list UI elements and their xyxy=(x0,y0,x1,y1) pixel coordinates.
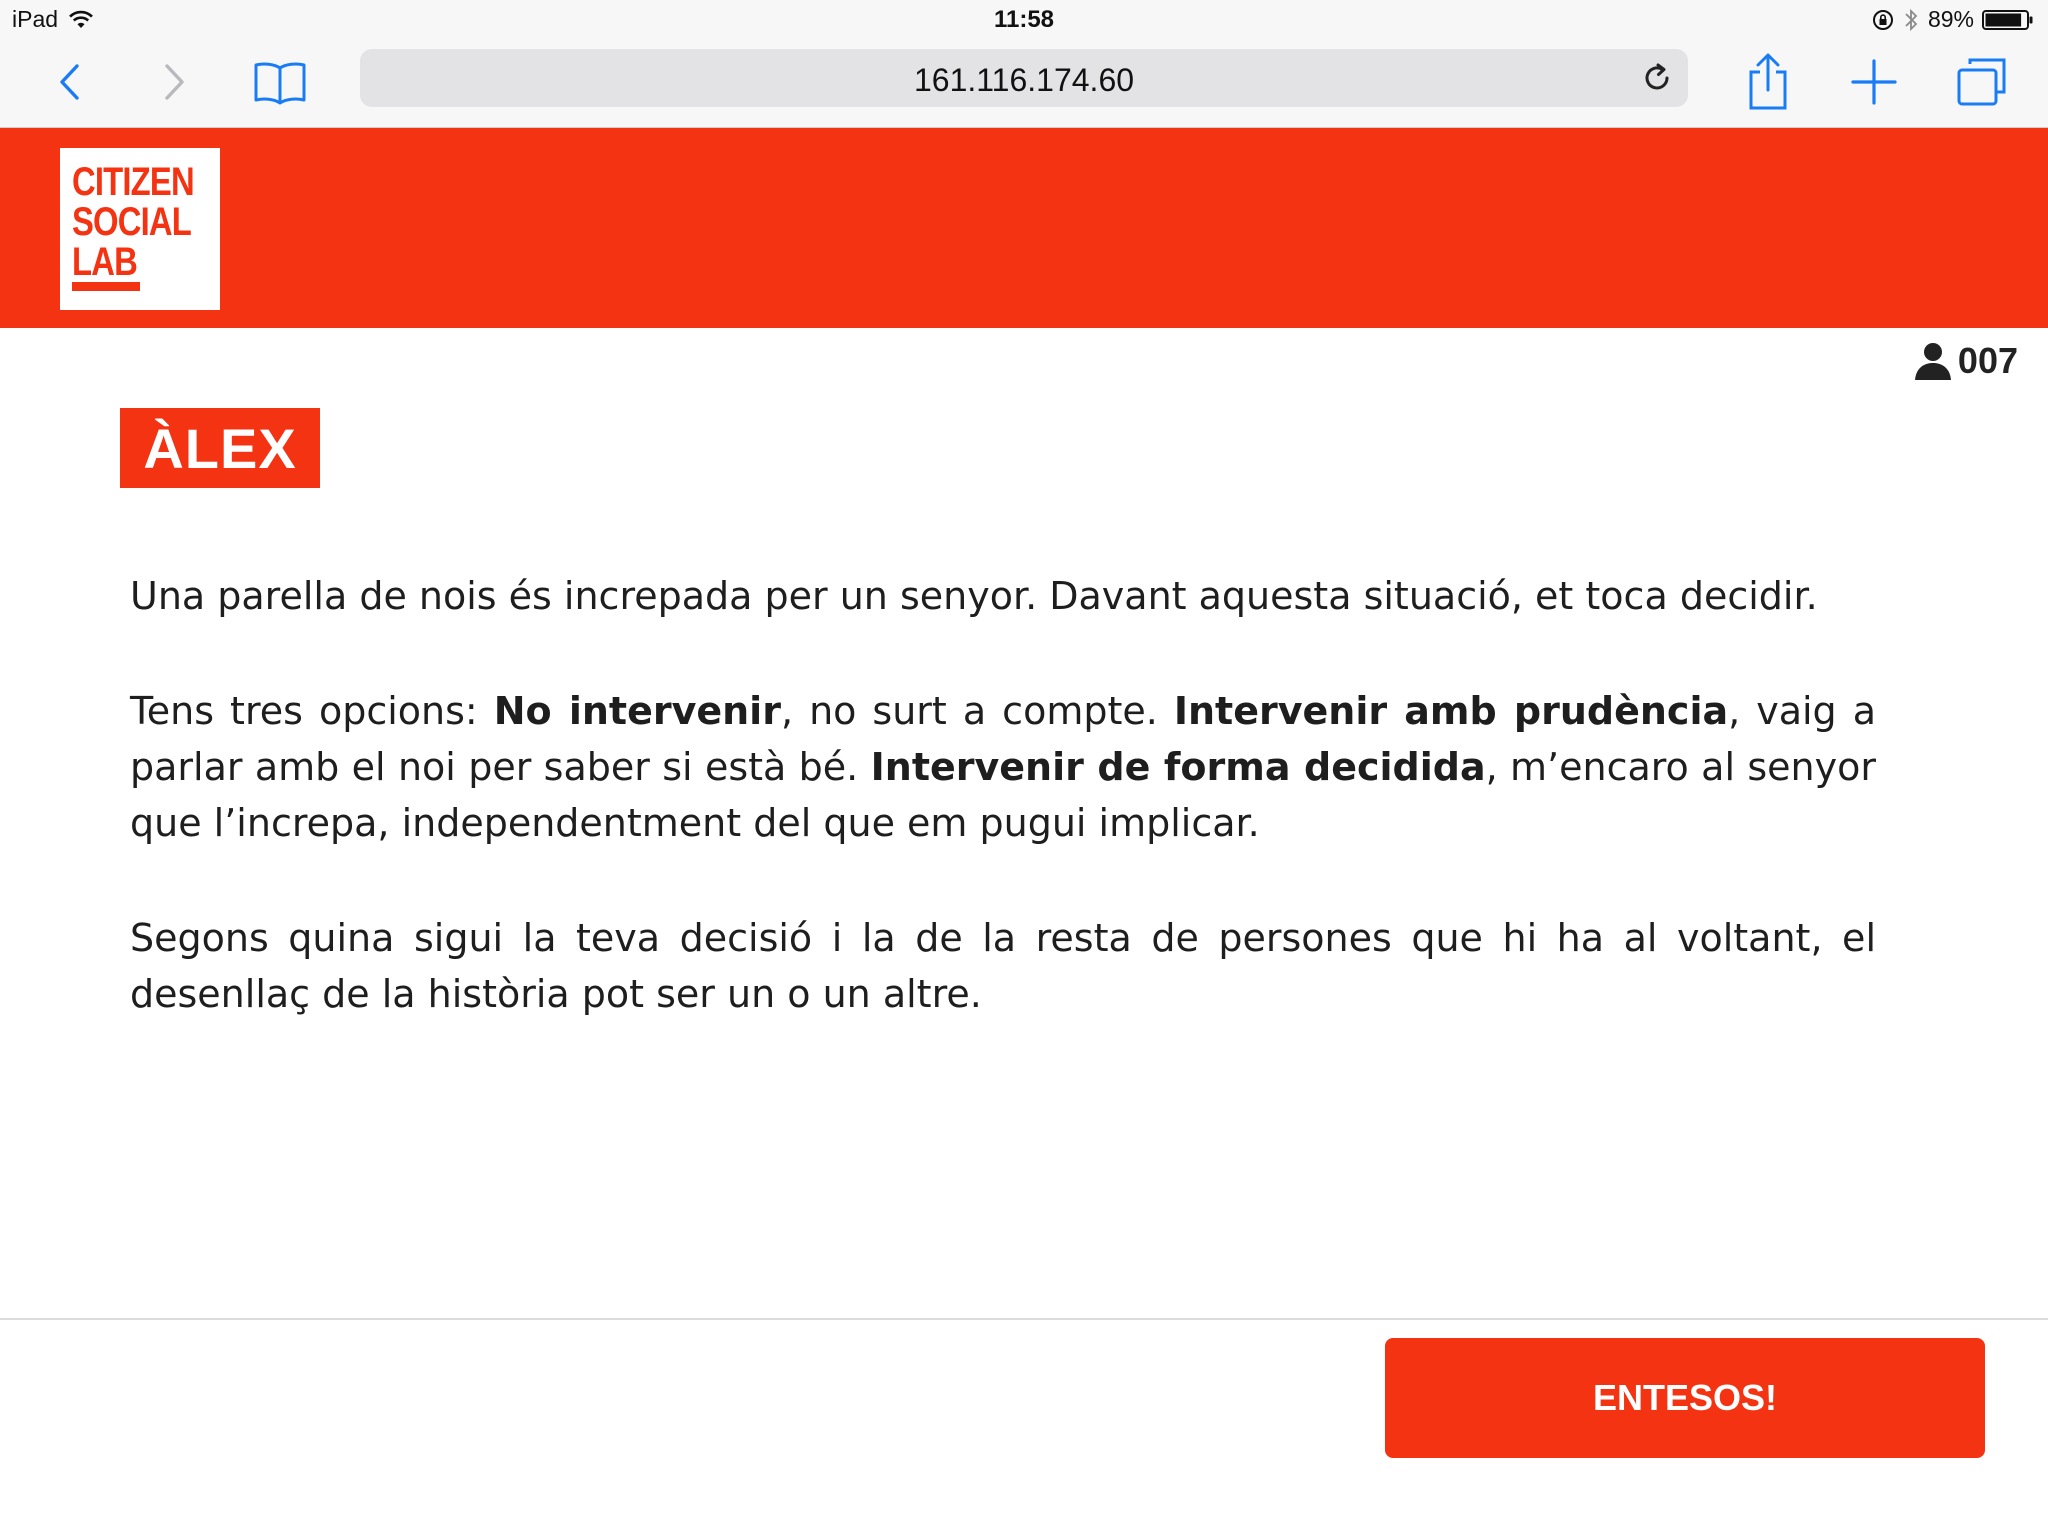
options-intro: Tens tres opcions: xyxy=(130,689,494,733)
logo-underline xyxy=(72,282,140,291)
forward-button[interactable] xyxy=(142,50,206,114)
tabs-button[interactable] xyxy=(1950,50,2014,114)
option-1-description: , no surt a compte. xyxy=(780,689,1174,733)
story-paragraph-1: Una parella de nois és increpada per un … xyxy=(130,574,1818,618)
book-icon xyxy=(254,62,306,105)
option-no-intervenir: No intervenir xyxy=(493,689,781,733)
story-paragraph-2: Tens tres opcions: No intervenir, no sur… xyxy=(130,683,1876,851)
url-text: 161.116.174.60 xyxy=(913,62,1135,98)
reload-icon[interactable] xyxy=(1640,61,1674,95)
new-tab-button[interactable] xyxy=(1842,50,1906,114)
battery-percent: 89% xyxy=(1927,6,1974,32)
chevron-left-icon xyxy=(60,64,79,100)
bluetooth-icon xyxy=(1905,8,1918,31)
chevron-right-icon xyxy=(165,64,184,100)
character-name-tag: ÀLEX xyxy=(120,408,320,488)
story-paragraph-3: Segons quina sigui la teva decisió i la … xyxy=(130,916,1876,1016)
share-icon xyxy=(1749,53,1787,110)
option-intervenir-decidida: Intervenir de forma decidida xyxy=(870,745,1486,789)
entesos-button[interactable]: ENTESOS! xyxy=(1385,1338,1985,1458)
tabs-icon xyxy=(1957,58,2006,106)
story-content: Una parella de nois és increpada per un … xyxy=(130,568,1876,1081)
option-intervenir-prudencia: Intervenir amb prudència xyxy=(1173,689,1729,733)
status-right: 89% xyxy=(1872,6,2034,33)
share-button[interactable] xyxy=(1736,50,1800,114)
footer-divider xyxy=(0,1318,2048,1320)
rotation-lock-icon xyxy=(1872,9,1893,30)
user-icon xyxy=(1914,343,1951,380)
address-bar[interactable]: 161.116.174.60 xyxy=(360,49,1688,107)
plus-icon xyxy=(1851,59,1897,105)
clock: 11:58 xyxy=(993,6,1055,33)
citizen-social-lab-logo[interactable]: CITIZEN SOCIAL LAB xyxy=(60,148,220,310)
status-bar: iPad 11:58 89% xyxy=(0,0,2048,40)
logo-line-1: CITIZEN xyxy=(72,160,195,204)
user-badge: 007 xyxy=(1912,340,2018,382)
site-header: CITIZEN SOCIAL LAB xyxy=(0,128,2048,328)
back-button[interactable] xyxy=(38,50,102,114)
browser-toolbar: 161.116.174.60 xyxy=(0,40,2048,128)
user-id: 007 xyxy=(1957,340,2018,381)
logo-line-3: LAB xyxy=(72,240,138,284)
battery-icon xyxy=(1982,9,2033,30)
logo-line-2: SOCIAL xyxy=(72,200,192,244)
bookmarks-button[interactable] xyxy=(248,50,312,114)
